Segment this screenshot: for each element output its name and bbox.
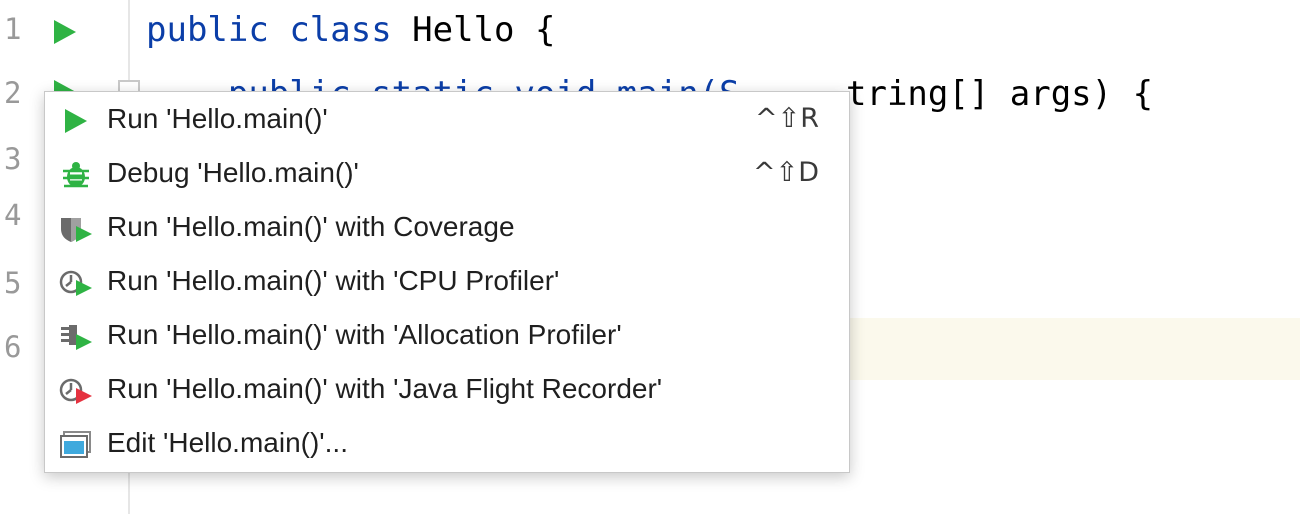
menu-item-label: Run 'Hello.main()' bbox=[107, 103, 328, 134]
gutter-run-icon[interactable] bbox=[54, 20, 76, 44]
line-number: 5 bbox=[4, 266, 22, 300]
code-line-2[interactable]: tring[] args) { bbox=[846, 74, 1153, 114]
menu-item-label: Run 'Hello.main()' with 'Allocation Prof… bbox=[107, 319, 622, 350]
menu-item-run-flight-recorder[interactable]: Run 'Hello.main()' with 'Java Flight Rec… bbox=[45, 364, 849, 418]
menu-item-label: Debug 'Hello.main()' bbox=[107, 157, 359, 188]
menu-item-label: Run 'Hello.main()' with 'Java Flight Rec… bbox=[107, 373, 663, 404]
keyword-public: public bbox=[146, 10, 269, 50]
coverage-icon bbox=[59, 215, 93, 243]
debug-icon bbox=[59, 161, 93, 189]
menu-item-run-cpu-profiler[interactable]: Run 'Hello.main()' with 'CPU Profiler' bbox=[45, 256, 849, 310]
line-number: 6 bbox=[4, 330, 22, 364]
line-number: 2 bbox=[4, 76, 22, 110]
line-number: 3 bbox=[4, 142, 22, 176]
flight-recorder-icon bbox=[59, 377, 93, 405]
menu-item-shortcut: ^⇧D bbox=[752, 157, 819, 188]
edit-configuration-icon bbox=[59, 431, 93, 459]
run-context-menu: Run 'Hello.main()' ^⇧R Debug 'Hello.main… bbox=[44, 91, 850, 473]
class-declaration: Hello { bbox=[412, 10, 556, 50]
menu-item-debug[interactable]: Debug 'Hello.main()' ^⇧D bbox=[45, 148, 849, 202]
menu-item-label: Run 'Hello.main()' with 'CPU Profiler' bbox=[107, 265, 560, 296]
cpu-profiler-icon bbox=[59, 269, 93, 297]
menu-item-edit-configuration[interactable]: Edit 'Hello.main()'... bbox=[45, 418, 849, 472]
run-icon bbox=[59, 107, 93, 135]
line-number: 1 bbox=[4, 12, 22, 46]
code-line-1[interactable]: public class Hello { bbox=[146, 10, 555, 50]
line-number: 4 bbox=[4, 198, 22, 232]
menu-item-label: Run 'Hello.main()' with Coverage bbox=[107, 211, 515, 242]
menu-item-run-coverage[interactable]: Run 'Hello.main()' with Coverage bbox=[45, 202, 849, 256]
allocation-profiler-icon bbox=[59, 323, 93, 351]
menu-item-run[interactable]: Run 'Hello.main()' ^⇧R bbox=[45, 94, 849, 148]
menu-item-shortcut: ^⇧R bbox=[754, 103, 819, 134]
menu-item-label: Edit 'Hello.main()'... bbox=[107, 427, 348, 458]
keyword-class: class bbox=[289, 10, 392, 50]
menu-item-run-allocation-profiler[interactable]: Run 'Hello.main()' with 'Allocation Prof… bbox=[45, 310, 849, 364]
